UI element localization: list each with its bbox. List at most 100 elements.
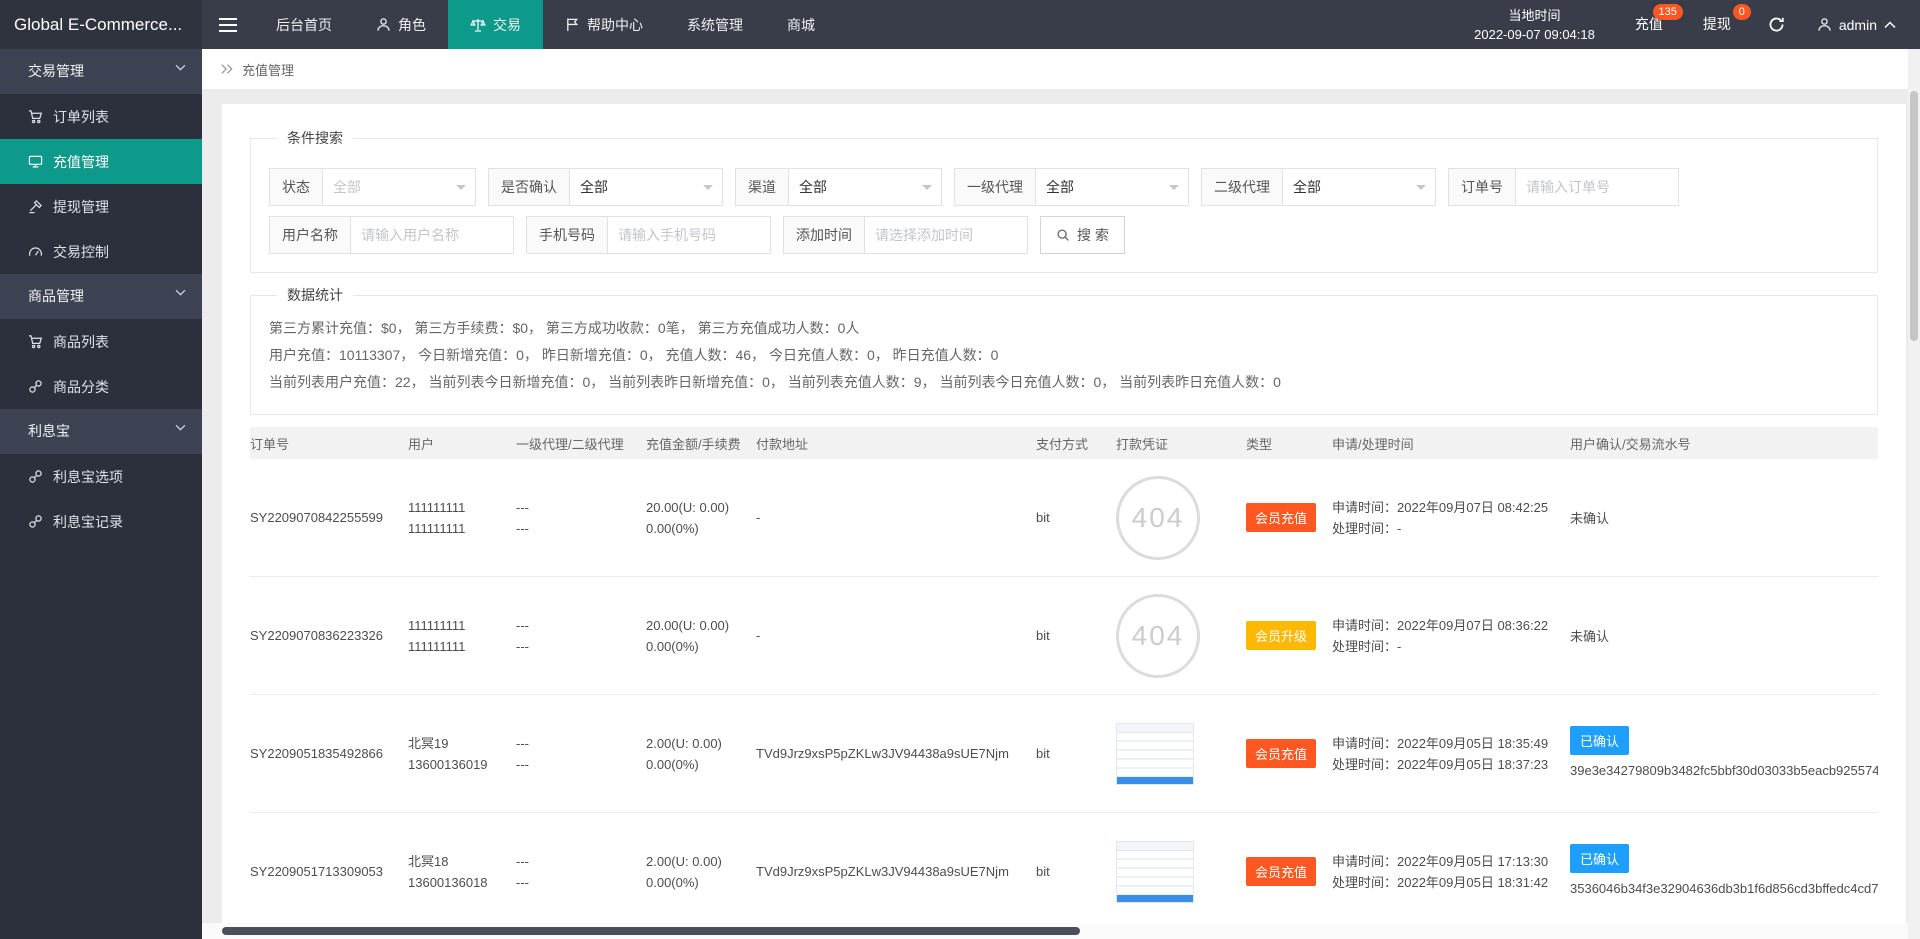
filter-label: 手机号码 xyxy=(527,217,608,253)
vertical-scrollbar[interactable] xyxy=(1908,49,1920,939)
agent2-select[interactable]: 全部 xyxy=(1283,169,1435,205)
filter-label: 是否确认 xyxy=(489,169,570,205)
sidebar-item-label: 利息宝记录 xyxy=(53,512,123,532)
user-phone: 13600136019 xyxy=(408,754,506,775)
agent1-select[interactable]: 全部 xyxy=(1036,169,1188,205)
fee: 0.00(0%) xyxy=(646,754,746,775)
top-bar: Global E-Commerce... 后台首页 角色 交易 帮助中心 系统管… xyxy=(0,0,1920,49)
display-icon xyxy=(28,154,43,169)
apply-time: 申请时间：2022年09月05日 17:13:30 xyxy=(1332,851,1560,872)
apply-time: 申请时间：2022年09月07日 08:36:22 xyxy=(1332,615,1560,636)
topnav-mall[interactable]: 商城 xyxy=(765,0,837,49)
filter-confirmed: 是否确认 全部 xyxy=(488,168,723,206)
topnav-dashboard[interactable]: 后台首页 xyxy=(254,0,354,49)
process-time: 处理时间：- xyxy=(1332,636,1560,657)
user-name: 111111111 xyxy=(408,497,506,518)
sidebar-item-trade-control[interactable]: 交易控制 xyxy=(0,229,202,274)
topnav-label: 帮助中心 xyxy=(587,15,643,35)
chevron-down-icon xyxy=(922,185,932,195)
confirm-status: 未确认 xyxy=(1570,511,1609,526)
sidebar-item-recharge-management[interactable]: 充值管理 xyxy=(0,139,202,184)
filter-agent-level2: 二级代理 全部 xyxy=(1201,168,1436,206)
proof-cell: 404 xyxy=(1116,476,1246,560)
col-type: 类型 xyxy=(1246,434,1332,453)
withdraw-notice-button[interactable]: 提现 0 xyxy=(1683,0,1751,49)
phone-input[interactable] xyxy=(608,217,770,253)
add-time-input[interactable] xyxy=(865,217,1027,253)
user-menu[interactable]: admin xyxy=(1803,17,1920,33)
order-no: SY2209070836223326 xyxy=(250,628,408,643)
vertical-scrollbar-thumb[interactable] xyxy=(1910,91,1918,341)
username-input[interactable] xyxy=(351,217,513,253)
select-value: 全部 xyxy=(580,179,608,195)
confirm-status-badge: 已确认 xyxy=(1570,844,1629,873)
statistics-box: 数据统计 第三方累计充值：$0， 第三方手续费：$0， 第三方成功收款：0笔， … xyxy=(250,285,1878,415)
search-filter-box: 条件搜索 状态 全部 是否确认 全部 渠道 xyxy=(250,128,1878,273)
col-pay-method: 支付方式 xyxy=(1036,434,1116,453)
sidebar-item-label: 交易控制 xyxy=(53,242,109,262)
topnav-roles[interactable]: 角色 xyxy=(354,0,448,49)
pay-address: - xyxy=(756,510,1036,525)
horizontal-scrollbar-thumb[interactable] xyxy=(222,927,1080,935)
pay-address: - xyxy=(756,628,1036,643)
filter-label: 渠道 xyxy=(736,169,789,205)
sidebar-group-lixibao[interactable]: 利息宝 xyxy=(0,409,202,454)
sidebar-item-goods-category[interactable]: 商品分类 xyxy=(0,364,202,409)
confirm-cell: 已确认 39e3e34279809b3482fc5bbf30d03033b5ea… xyxy=(1570,726,1878,781)
pay-address: TVd9Jrz9xsP5pZKLw3JV94438a9sUE7Njm xyxy=(756,746,1036,761)
sidebar-item-label: 充值管理 xyxy=(53,152,109,172)
confirm-cell: 未确认 xyxy=(1570,508,1878,527)
type-badge: 会员充值 xyxy=(1246,503,1316,532)
sidebar-item-goods-list[interactable]: 商品列表 xyxy=(0,319,202,364)
hamburger-icon xyxy=(219,18,237,32)
sidebar-toggle-button[interactable] xyxy=(202,0,254,49)
sidebar-item-order-list[interactable]: 订单列表 xyxy=(0,94,202,139)
sidebar-group-goods[interactable]: 商品管理 xyxy=(0,274,202,319)
type-cell: 会员充值 xyxy=(1246,857,1332,886)
payment-proof-thumbnail[interactable] xyxy=(1116,723,1194,785)
amount-cell: 2.00(U: 0.00) 0.00(0%) xyxy=(646,733,756,775)
type-badge: 会员升级 xyxy=(1246,621,1316,650)
confirm-cell: 未确认 xyxy=(1570,626,1878,645)
payment-proof-thumbnail[interactable] xyxy=(1116,841,1194,903)
fee: 0.00(0%) xyxy=(646,872,746,893)
chevron-up-icon xyxy=(1884,21,1896,29)
topnav-label: 交易 xyxy=(493,15,521,35)
broken-image-text: 404 xyxy=(1132,620,1185,652)
table-row: SY2209070842255599 111111111 111111111 -… xyxy=(250,459,1878,577)
topbar-right: 当地时间 2022-09-07 09:04:18 充值 135 提现 0 adm… xyxy=(1454,0,1920,49)
order-no-input[interactable] xyxy=(1516,169,1678,205)
user-cell: 北冥18 13600136018 xyxy=(408,851,516,893)
topnav-help-center[interactable]: 帮助中心 xyxy=(543,0,665,49)
topnav-trade[interactable]: 交易 xyxy=(448,0,543,49)
topnav-system[interactable]: 系统管理 xyxy=(665,0,765,49)
amount-cell: 2.00(U: 0.00) 0.00(0%) xyxy=(646,851,756,893)
status-select[interactable]: 全部 xyxy=(323,169,475,205)
amount: 2.00(U: 0.00) xyxy=(646,733,746,754)
type-badge: 会员充值 xyxy=(1246,739,1316,768)
pay-method: bit xyxy=(1036,864,1116,879)
confirmed-select[interactable]: 全部 xyxy=(570,169,722,205)
search-button[interactable]: 搜 索 xyxy=(1040,216,1125,254)
select-value: 全部 xyxy=(799,179,827,195)
sidebar-group-trade[interactable]: 交易管理 xyxy=(0,49,202,94)
agent-level2: --- xyxy=(516,872,636,893)
sidebar-item-lixibao-options[interactable]: 利息宝选项 xyxy=(0,454,202,499)
user-cell: 北冥19 13600136019 xyxy=(408,733,516,775)
proof-cell xyxy=(1116,723,1246,785)
horizontal-scrollbar[interactable] xyxy=(202,923,1908,939)
channel-select[interactable]: 全部 xyxy=(789,169,941,205)
refresh-button[interactable] xyxy=(1751,16,1803,33)
order-no: SY2209070842255599 xyxy=(250,510,408,525)
recharge-notice-button[interactable]: 充值 135 xyxy=(1615,0,1683,49)
sidebar-item-withdraw-management[interactable]: 提现管理 xyxy=(0,184,202,229)
amount-cell: 20.00(U: 0.00) 0.00(0%) xyxy=(646,615,756,657)
filter-row-1: 状态 全部 是否确认 全部 渠道 全部 xyxy=(269,168,1859,206)
broken-image-text: 404 xyxy=(1132,502,1185,534)
select-value: 全部 xyxy=(333,179,361,195)
col-agents: 一级代理/二级代理 xyxy=(516,434,646,453)
statistics-title: 数据统计 xyxy=(277,285,353,305)
process-time: 处理时间：2022年09月05日 18:37:23 xyxy=(1332,754,1560,775)
sidebar-item-lixibao-records[interactable]: 利息宝记录 xyxy=(0,499,202,544)
withdraw-count-badge: 0 xyxy=(1733,4,1751,20)
